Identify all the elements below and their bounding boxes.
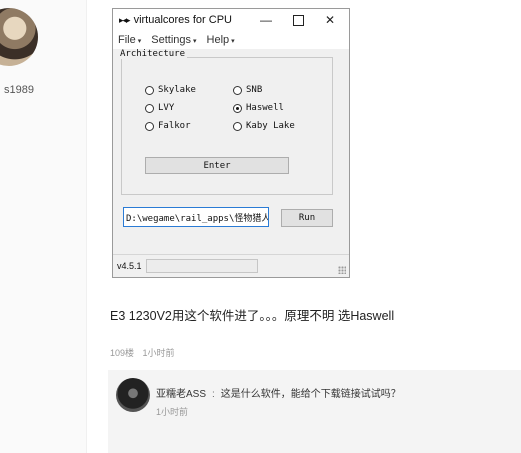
menu-file-label: File bbox=[118, 34, 136, 46]
status-panel bbox=[145, 259, 258, 273]
radio-label: Falkor bbox=[158, 121, 191, 131]
chevron-down-icon: ▾ bbox=[137, 38, 142, 45]
radio-button[interactable] bbox=[233, 85, 242, 95]
floor-number: 109楼 bbox=[110, 348, 135, 358]
menu-settings-label: Settings bbox=[151, 34, 191, 46]
chevron-down-icon: ▾ bbox=[231, 38, 235, 45]
radio-haswell[interactable]: Haswell bbox=[233, 103, 284, 113]
menu-help[interactable]: Help ▾ bbox=[207, 34, 235, 46]
radio-label: LVY bbox=[158, 103, 175, 113]
radio-button[interactable] bbox=[145, 121, 154, 131]
maximize-icon bbox=[292, 14, 304, 26]
post-text: E3 1230V2用这个软件进了。。。原理不明 选Haswell bbox=[110, 309, 395, 323]
menu-bar: File ▾ Settings ▾ Help ▾ bbox=[113, 31, 349, 49]
menu-help-label: Help bbox=[206, 34, 230, 46]
version-label: v4.5.1 bbox=[117, 261, 142, 271]
radio-label: Skylake bbox=[158, 85, 196, 95]
minimize-button[interactable]: — bbox=[251, 9, 281, 31]
radio-snb[interactable]: SNB bbox=[233, 85, 262, 95]
radio-button[interactable] bbox=[145, 85, 154, 95]
reply-avatar[interactable] bbox=[116, 378, 150, 412]
radio-label: Haswell bbox=[246, 103, 284, 113]
architecture-label: Architecture bbox=[118, 49, 188, 59]
path-input[interactable]: D:\wegame\rail_apps\怪物猎人 bbox=[123, 207, 269, 227]
radio-lvy[interactable]: LVY bbox=[145, 103, 174, 113]
minimize-icon: — bbox=[260, 13, 272, 27]
radio-skylake[interactable]: Skylake bbox=[145, 85, 196, 95]
username-label[interactable]: s1989 bbox=[4, 84, 34, 96]
reply-time: 1小时前 bbox=[156, 407, 189, 417]
radio-kaby-lake[interactable]: Kaby Lake bbox=[233, 121, 295, 131]
chevron-down-icon: ▾ bbox=[193, 38, 197, 45]
menu-file[interactable]: File ▾ bbox=[118, 34, 141, 46]
app-icon: ▸◂▸ bbox=[119, 14, 131, 25]
menu-settings[interactable]: Settings ▾ bbox=[151, 34, 196, 46]
reply-card: 亚糯老ASS: 这是什么软件，能给个下载链接试试吗？ 1小时前 bbox=[108, 370, 521, 453]
post-meta: 109楼 1小时前 bbox=[110, 346, 175, 359]
maximize-button[interactable] bbox=[283, 9, 313, 31]
radio-label: SNB bbox=[246, 85, 263, 95]
reply-username[interactable]: 亚糯老ASS bbox=[156, 389, 206, 400]
status-bar: v4.5.1 bbox=[113, 254, 349, 277]
resize-grip-icon[interactable] bbox=[338, 266, 346, 274]
enter-button[interactable]: Enter bbox=[145, 157, 289, 174]
reply-line: 亚糯老ASS: 这是什么软件，能给个下载链接试试吗？ bbox=[156, 385, 401, 400]
reply-separator: : bbox=[212, 389, 215, 400]
close-button[interactable]: ✕ bbox=[315, 9, 345, 31]
user-avatar[interactable] bbox=[0, 8, 38, 66]
radio-label: Kaby Lake bbox=[246, 121, 295, 131]
reply-text: 这是什么软件，能给个下载链接试试吗？ bbox=[220, 389, 401, 400]
radio-button[interactable] bbox=[233, 121, 242, 131]
title-bar: ▸◂▸ virtualcores for CPU — ✕ bbox=[113, 9, 349, 31]
run-button[interactable]: Run bbox=[281, 209, 333, 227]
radio-button-selected[interactable] bbox=[233, 103, 242, 113]
close-icon: ✕ bbox=[324, 13, 336, 27]
left-gutter: s1989 bbox=[0, 0, 87, 453]
radio-falkor[interactable]: Falkor bbox=[145, 121, 191, 131]
radio-button[interactable] bbox=[145, 103, 154, 113]
virtualcores-window: ▸◂▸ virtualcores for CPU — ✕ File ▾ Setti… bbox=[112, 8, 350, 278]
window-title: virtualcores for CPU bbox=[133, 14, 232, 26]
post-time: 1小时前 bbox=[142, 348, 175, 358]
